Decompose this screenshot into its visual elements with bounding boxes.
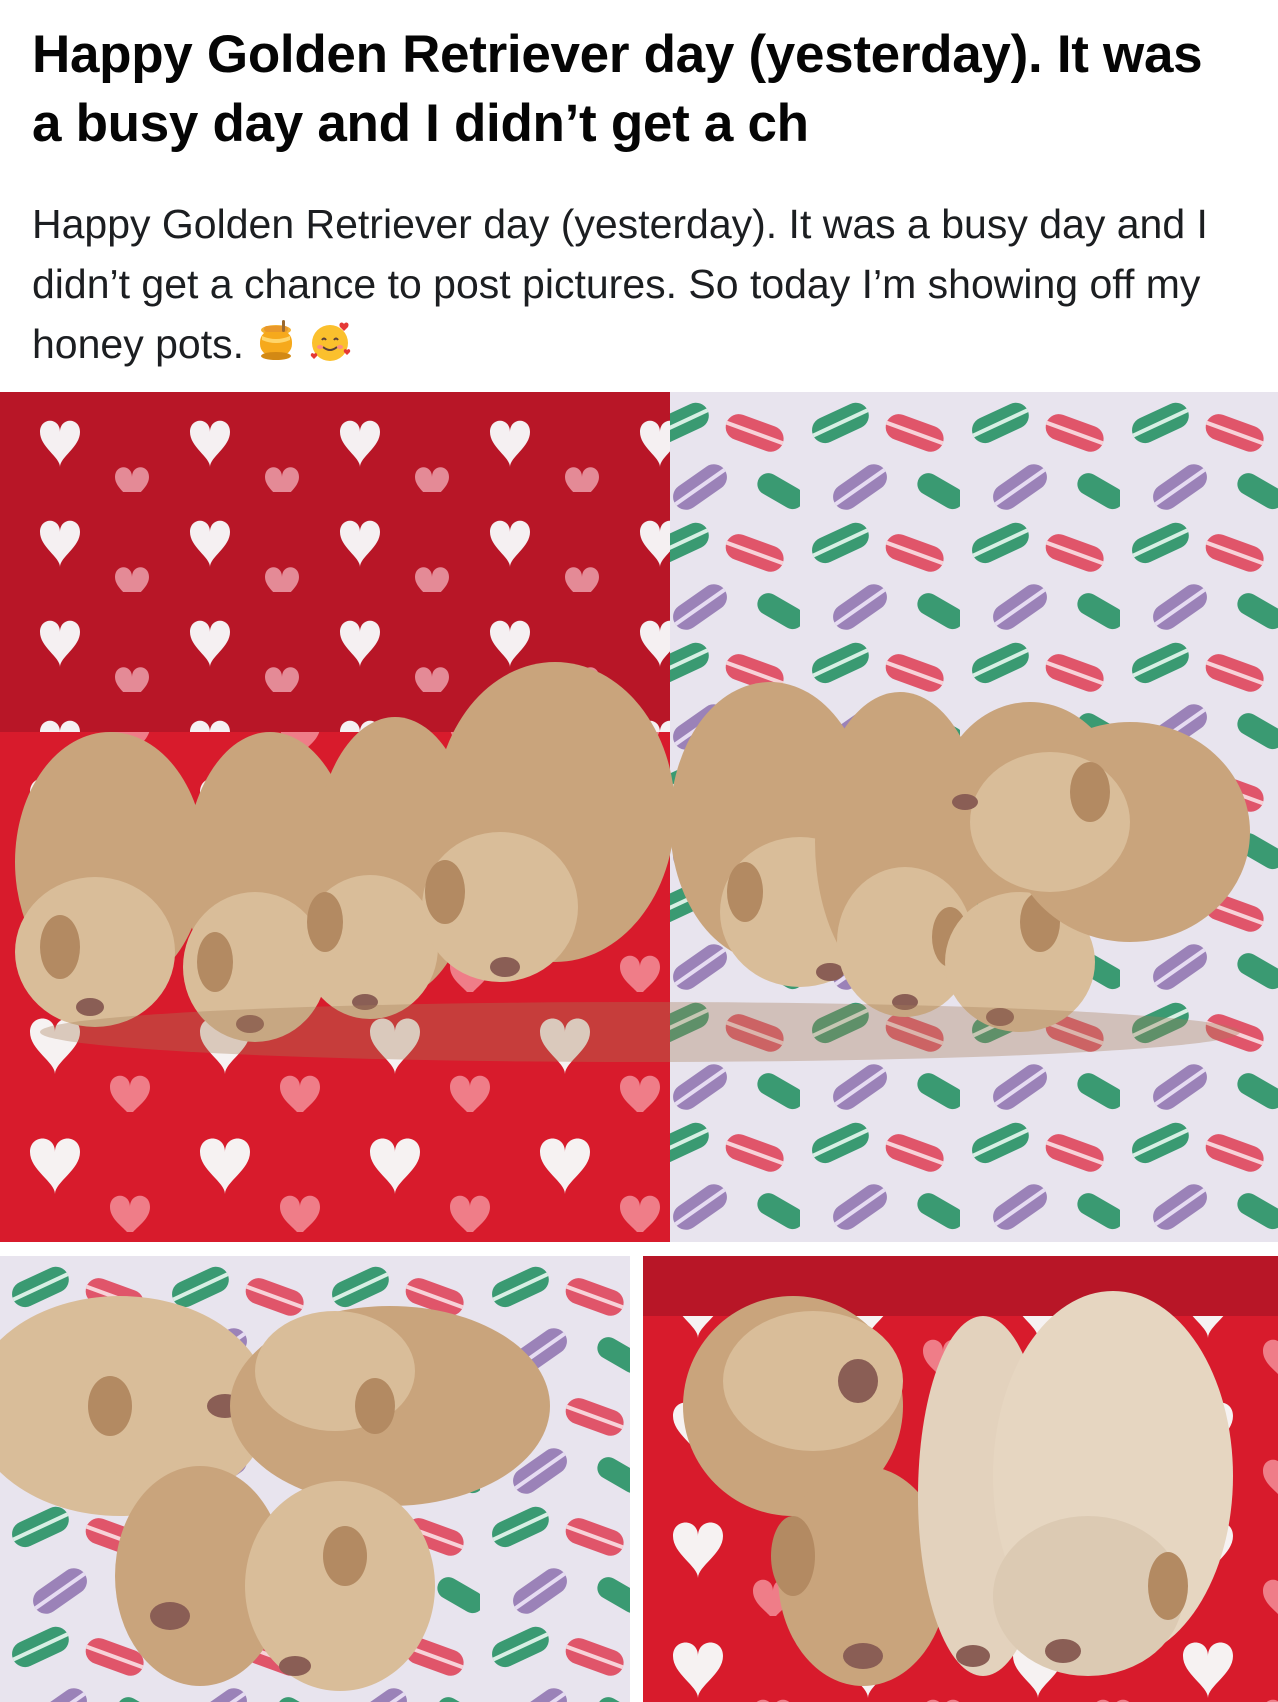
puppy-pile-image xyxy=(0,1256,630,1702)
post-body-text: Happy Golden Retriever day (yesterday). … xyxy=(32,201,1208,367)
post-title[interactable]: Happy Golden Retriever day (yesterday). … xyxy=(32,20,1232,158)
facebook-post: Happy Golden Retriever day (yesterday). … xyxy=(0,0,1278,1702)
puppy-pile-photo[interactable] xyxy=(0,1256,630,1702)
puppies-on-hearts-photo[interactable] xyxy=(643,1256,1278,1702)
puppies-on-hearts-image xyxy=(643,1256,1278,1702)
honey-pot-icon xyxy=(260,320,292,360)
post-body: Happy Golden Retriever day (yesterday). … xyxy=(32,194,1247,374)
main-puppy-photo[interactable] xyxy=(0,392,1278,1242)
puppies-on-blankets-image xyxy=(0,392,1278,1242)
smiling-face-with-hearts-icon xyxy=(310,322,351,361)
